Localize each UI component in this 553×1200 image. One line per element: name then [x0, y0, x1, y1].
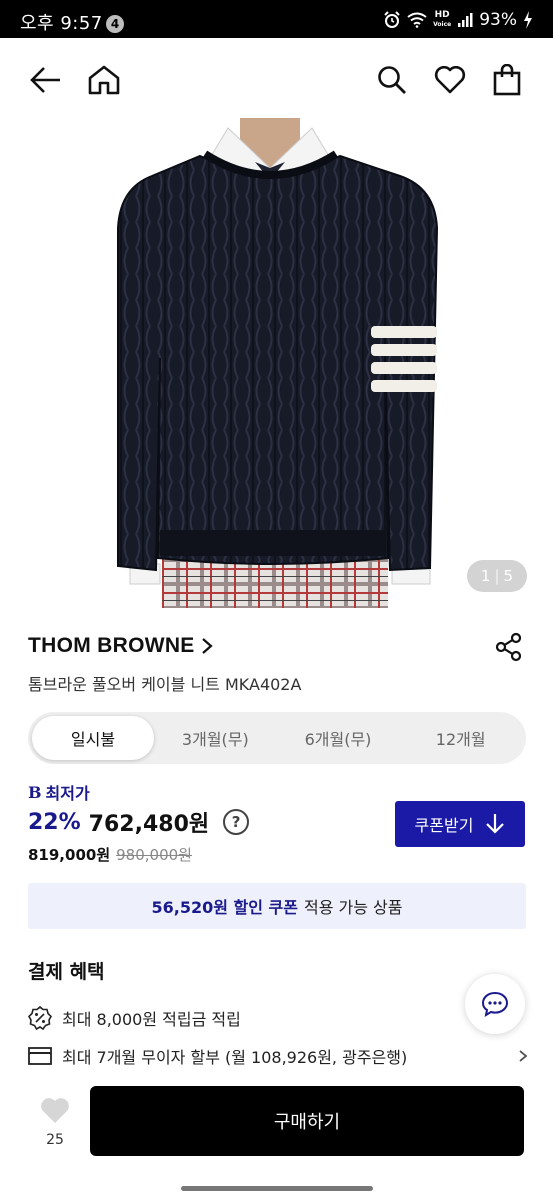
signal-icon: [458, 13, 473, 27]
original-price: 980,000원: [116, 846, 192, 864]
tab-3-months[interactable]: 3개월(무): [154, 716, 277, 760]
tab-6-months[interactable]: 6개월(무): [277, 716, 400, 760]
alarm-icon: [384, 11, 400, 28]
home-icon: [88, 65, 120, 95]
top-navigation: [0, 38, 553, 118]
hd-voice-icon: HD Voice: [433, 10, 452, 29]
product-image[interactable]: 1 | 5: [0, 118, 553, 608]
benefit-item: 최대 8,000원 적립금 적립: [28, 1006, 241, 1030]
like-count: 25: [46, 1132, 64, 1148]
battery-charging-icon: [524, 11, 532, 29]
home-button[interactable]: [84, 60, 124, 100]
final-price: 762,480원: [88, 812, 210, 837]
wishlist-button[interactable]: [430, 60, 470, 100]
discount-rate: 22%: [28, 809, 81, 835]
status-icons: HD Voice 93%: [383, 10, 533, 30]
chevron-right-icon: [201, 638, 213, 654]
arrow-left-icon: [30, 67, 60, 93]
price-row: 22% 762,480원 ?: [28, 806, 250, 838]
cable-knit-sweater-illustration: [117, 118, 439, 608]
gesture-bar[interactable]: [181, 1186, 373, 1191]
tab-lump-sum[interactable]: 일시불: [32, 716, 154, 760]
search-button[interactable]: [372, 60, 412, 100]
brand-link[interactable]: THOM BROWNE: [28, 634, 213, 658]
percent-badge-icon: [28, 1006, 52, 1030]
card-icon: [28, 1047, 52, 1065]
get-coupon-button[interactable]: 쿠폰받기: [395, 801, 525, 847]
product-detail-screen: 1 | 5 THOM BROWNE 톰브라운 풀오버 케이블 니트 MKA402…: [0, 38, 553, 1200]
clock: 오후 9:57: [20, 13, 103, 34]
like-button[interactable]: 25: [30, 1098, 80, 1148]
heart-filled-icon: [41, 1098, 69, 1123]
lowest-price-label: B 최저가: [28, 782, 90, 804]
tab-12-months[interactable]: 12개월: [399, 716, 522, 760]
installment-tabs: 일시불 3개월(무) 6개월(무) 12개월: [28, 712, 526, 764]
chevron-right-icon: [519, 1050, 528, 1062]
battery-level: 93%: [479, 10, 517, 30]
chat-bubble-icon: [481, 991, 509, 1017]
notification-count-badge: 4: [106, 15, 124, 33]
sale-price: 819,000원: [28, 846, 111, 864]
wifi-icon: [407, 12, 427, 28]
shopping-bag-icon: [493, 64, 521, 96]
share-icon: [495, 632, 522, 662]
back-button[interactable]: [26, 60, 66, 100]
chat-button[interactable]: [465, 974, 525, 1034]
b-logo-icon: B: [28, 782, 42, 802]
coupon-banner[interactable]: 56,520원 할인 쿠폰 적용 가능 상품: [28, 883, 526, 929]
sub-prices: 819,000원 980,000원: [28, 844, 192, 865]
status-bar: 오후 9:57 4 HD Voice 93%: [0, 0, 553, 38]
search-icon: [378, 66, 406, 94]
brand-name: THOM BROWNE: [28, 634, 195, 657]
download-icon: [486, 814, 505, 834]
purchase-bar: 25 구매하기: [0, 1070, 553, 1200]
heart-icon: [434, 66, 466, 94]
price-help-icon[interactable]: ?: [223, 809, 250, 835]
image-pager: 1 | 5: [467, 560, 527, 592]
share-button[interactable]: [495, 632, 523, 662]
cart-button[interactable]: [487, 60, 527, 100]
payment-benefits-title: 결제 혜택: [28, 961, 105, 983]
product-name: 톰브라운 풀오버 케이블 니트 MKA402A: [28, 675, 302, 694]
benefit-item[interactable]: 최대 7개월 무이자 할부 (월 108,926원, 광주은행): [28, 1044, 528, 1068]
buy-button[interactable]: 구매하기: [90, 1086, 524, 1156]
